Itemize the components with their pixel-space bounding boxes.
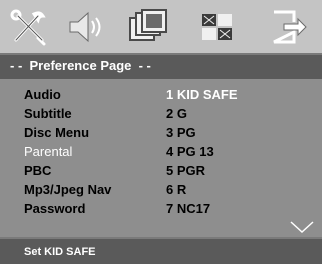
option-value[interactable]: 2 G: [166, 106, 187, 121]
menu-row-disc-menu[interactable]: Disc Menu 3 PG: [0, 124, 322, 143]
menu-row-mp3-jpeg-nav[interactable]: Mp3/Jpeg Nav 6 R: [0, 181, 322, 200]
film-frames-icon[interactable]: [126, 8, 170, 46]
preference-menu: Audio 1 KID SAFE Subtitle 2 G Disc Menu …: [0, 79, 322, 237]
option-value[interactable]: 5 PGR: [166, 163, 205, 178]
menu-row-password[interactable]: Password 7 NC17: [0, 200, 322, 219]
menu-row-pbc[interactable]: PBC 5 PGR: [0, 162, 322, 181]
option-value[interactable]: 6 R: [166, 182, 186, 197]
menu-label[interactable]: PBC: [24, 163, 51, 178]
option-value[interactable]: 7 NC17: [166, 201, 210, 216]
status-text: Set KID SAFE: [24, 246, 96, 258]
menu-row-audio[interactable]: Audio 1 KID SAFE: [0, 86, 322, 105]
settings-tools-icon[interactable]: [8, 8, 52, 46]
page-title: - - Preference Page - -: [10, 58, 151, 73]
menu-row-subtitle[interactable]: Subtitle 2 G: [0, 105, 322, 124]
menu-label[interactable]: Audio: [24, 87, 61, 102]
menu-label[interactable]: Subtitle: [24, 106, 72, 121]
menu-label-active[interactable]: Parental: [24, 144, 72, 159]
menu-label[interactable]: Disc Menu: [24, 125, 89, 140]
option-value[interactable]: 3 PG: [166, 125, 196, 140]
dvd-setup-screen: - - Preference Page - - Audio 1 KID SAFE…: [0, 0, 322, 264]
menu-label[interactable]: Password: [24, 201, 85, 216]
menu-label[interactable]: Mp3/Jpeg Nav: [24, 182, 111, 197]
grid-pattern-icon[interactable]: [196, 8, 240, 46]
exit-arrow-icon[interactable]: [266, 8, 310, 46]
setup-toolbar: [0, 0, 322, 53]
scroll-down-icon[interactable]: [290, 220, 314, 234]
status-bar: Set KID SAFE: [0, 237, 322, 264]
option-value[interactable]: 1 KID SAFE: [166, 87, 238, 102]
menu-row-parental[interactable]: Parental 4 PG 13: [0, 143, 322, 162]
option-value[interactable]: 4 PG 13: [166, 144, 214, 159]
page-header: - - Preference Page - -: [0, 53, 322, 79]
speaker-icon[interactable]: [64, 8, 108, 46]
